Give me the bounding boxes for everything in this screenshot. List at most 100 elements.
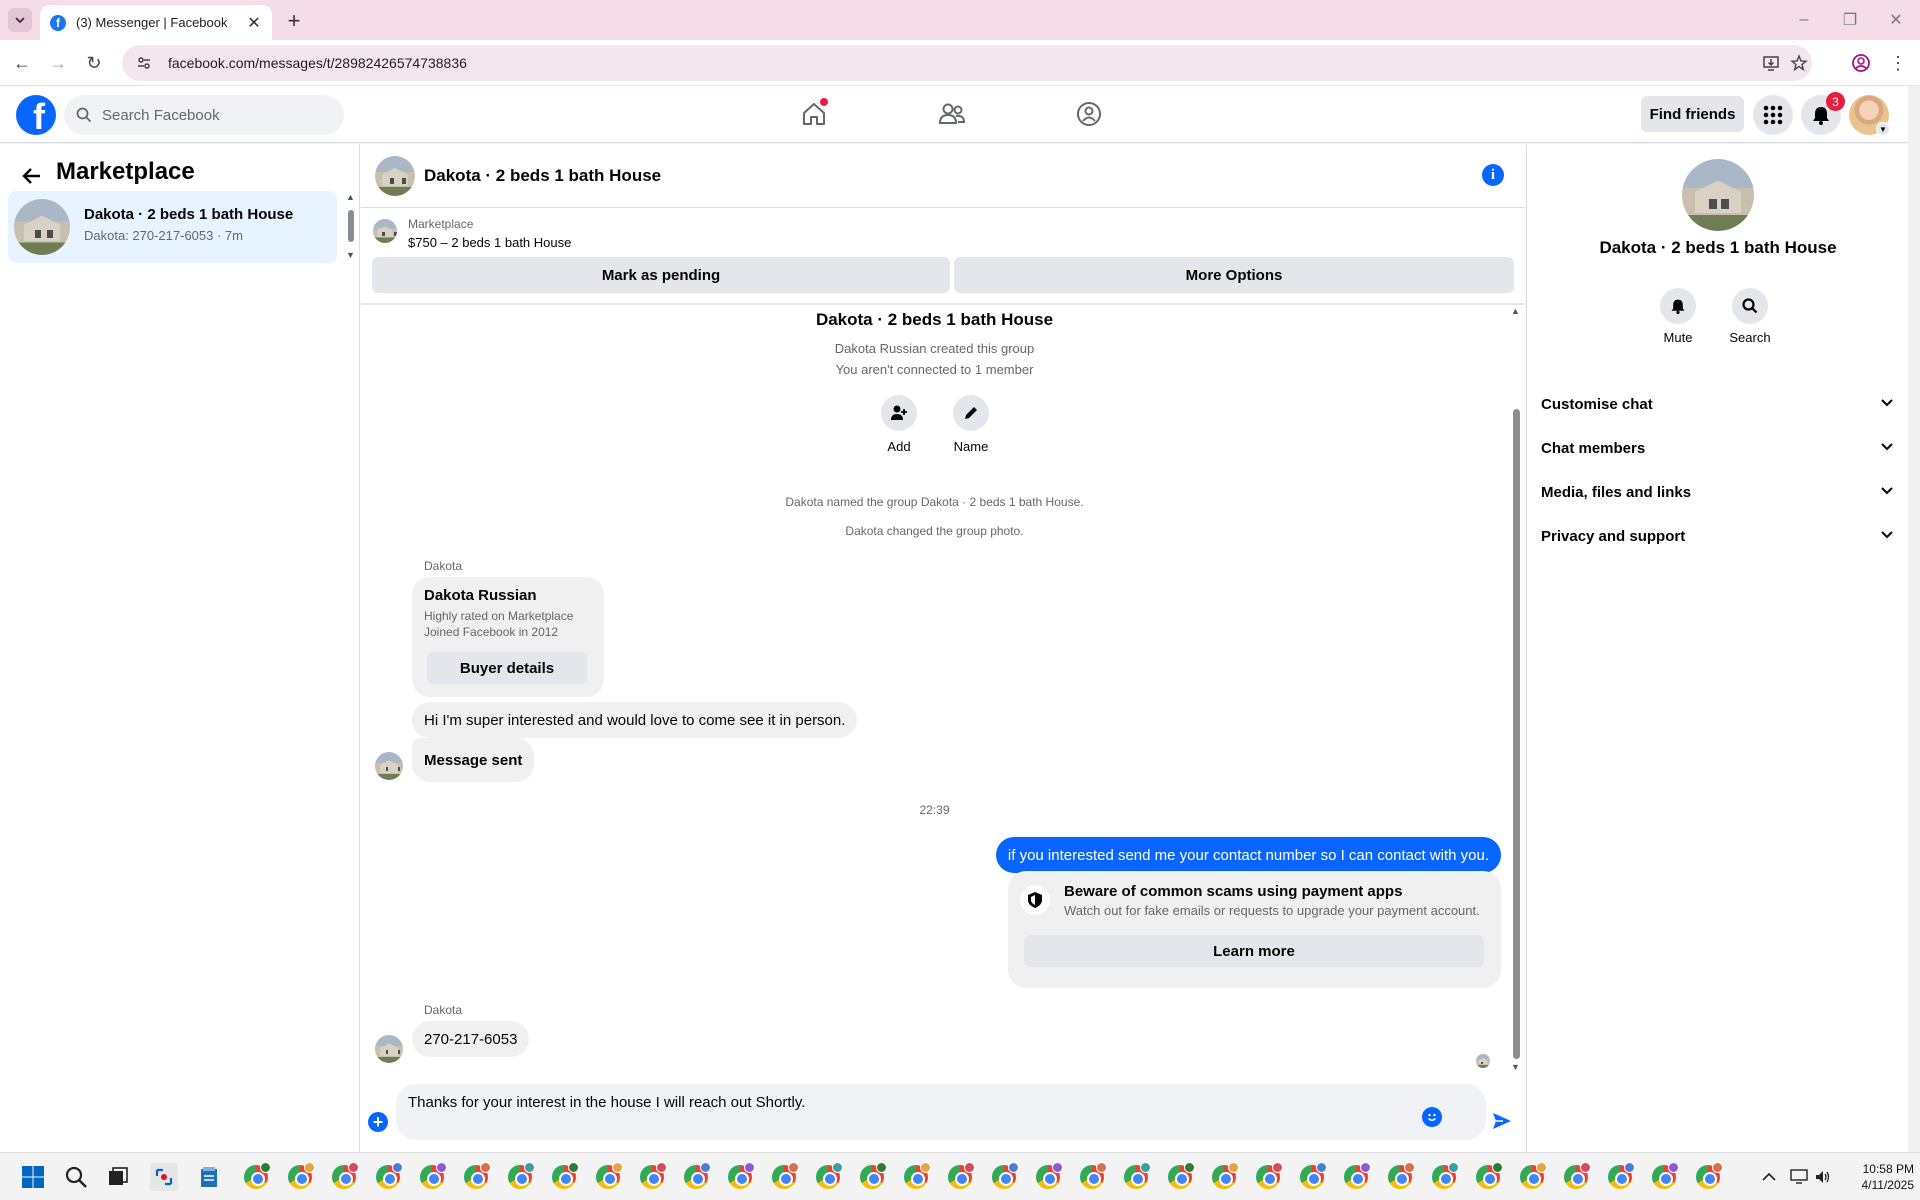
send-icon[interactable]: [1490, 1109, 1514, 1133]
chrome-window-icon[interactable]: [1034, 1162, 1063, 1191]
scroll-up-arrow-icon[interactable]: ▲: [1511, 306, 1520, 316]
minimize-icon[interactable]: –: [1784, 8, 1824, 32]
chrome-window-icon[interactable]: [1342, 1162, 1371, 1191]
notepad-icon[interactable]: [195, 1163, 223, 1191]
facebook-search-input[interactable]: Search Facebook: [64, 95, 344, 135]
chrome-window-icon[interactable]: [902, 1162, 931, 1191]
incoming-message[interactable]: Hi I'm super interested and would love t…: [412, 702, 858, 738]
chrome-window-icon[interactable]: [1298, 1162, 1327, 1191]
page-scrollbar[interactable]: [1908, 86, 1920, 1152]
find-friends-button[interactable]: Find friends: [1641, 96, 1744, 132]
chrome-window-icon[interactable]: [858, 1162, 887, 1191]
chrome-window-icon[interactable]: [286, 1162, 315, 1191]
chrome-window-icon[interactable]: [946, 1162, 975, 1191]
groups-nav-icon[interactable]: [1069, 96, 1109, 132]
scroll-down-arrow-icon[interactable]: ▼: [1511, 1062, 1520, 1072]
group-avatar[interactable]: [1682, 159, 1754, 231]
task-view-icon[interactable]: [104, 1163, 132, 1191]
profile-icon[interactable]: [1847, 49, 1875, 77]
message-scrollbar-thumb[interactable]: [1513, 409, 1520, 1059]
site-settings-icon[interactable]: [136, 55, 152, 71]
menu-grid-icon[interactable]: [1753, 95, 1793, 135]
new-tab-icon[interactable]: +: [281, 8, 307, 34]
chrome-window-icon[interactable]: [1254, 1162, 1283, 1191]
chrome-window-icon[interactable]: [550, 1162, 579, 1191]
chrome-window-icon[interactable]: [1430, 1162, 1459, 1191]
browser-tab[interactable]: f (3) Messenger | Facebook ✕: [40, 5, 272, 40]
chrome-window-icon[interactable]: [1650, 1162, 1679, 1191]
buyer-details-button[interactable]: Buyer details: [427, 652, 587, 684]
message-input[interactable]: Thanks for your interest in the house I …: [396, 1084, 1486, 1140]
restore-icon[interactable]: ❐: [1830, 8, 1870, 32]
chrome-window-icon[interactable]: [1210, 1162, 1239, 1191]
chrome-window-icon[interactable]: [1694, 1162, 1723, 1191]
close-window-icon[interactable]: ✕: [1876, 8, 1916, 32]
customise-chat-section[interactable]: Customise chat: [1541, 384, 1893, 424]
add-member-button[interactable]: Add: [869, 395, 929, 454]
account-chevron-icon[interactable]: ▼: [1876, 122, 1890, 136]
more-options-button[interactable]: More Options: [954, 257, 1514, 293]
sender-avatar[interactable]: [375, 1035, 403, 1063]
emoji-icon[interactable]: [1422, 1107, 1442, 1127]
chrome-window-icon[interactable]: [1386, 1162, 1415, 1191]
chrome-window-icon[interactable]: [1166, 1162, 1195, 1191]
chrome-window-icon[interactable]: [330, 1162, 359, 1191]
show-hidden-icons-icon[interactable]: [1762, 1153, 1776, 1200]
bookmark-star-icon[interactable]: [1790, 45, 1808, 81]
sender-avatar[interactable]: [375, 752, 403, 780]
learn-more-button[interactable]: Learn more: [1024, 935, 1484, 967]
search-icon[interactable]: [62, 1163, 90, 1191]
chrome-window-icon[interactable]: [462, 1162, 491, 1191]
facebook-logo-icon[interactable]: f: [16, 95, 56, 135]
chrome-window-icon[interactable]: [770, 1162, 799, 1191]
info-icon[interactable]: i: [1482, 164, 1504, 186]
chrome-window-icon[interactable]: [814, 1162, 843, 1191]
volume-icon[interactable]: [1814, 1153, 1832, 1200]
message-sent-card[interactable]: Message sent: [412, 738, 535, 782]
tab-close-icon[interactable]: ✕: [242, 11, 266, 35]
chrome-window-icon[interactable]: [242, 1162, 271, 1191]
incoming-message[interactable]: 270-217-6053: [412, 1021, 530, 1057]
add-attachment-icon[interactable]: +: [368, 1112, 388, 1132]
forward-arrow-icon[interactable]: →: [44, 49, 72, 77]
chrome-window-icon[interactable]: [1518, 1162, 1547, 1191]
chrome-window-icon[interactable]: [1474, 1162, 1503, 1191]
listing-title[interactable]: $750 – 2 beds 1 bath House: [408, 235, 571, 250]
conversation-avatar[interactable]: [375, 156, 415, 196]
sidebar-scrollbar-thumb[interactable]: [348, 210, 354, 242]
chrome-window-icon[interactable]: [1122, 1162, 1151, 1191]
outgoing-message[interactable]: if you interested send me your contact n…: [995, 837, 1501, 873]
conversation-title[interactable]: Dakota · 2 beds 1 bath House: [424, 166, 661, 186]
search-chat-button[interactable]: Search: [1720, 288, 1780, 345]
chrome-window-icon[interactable]: [990, 1162, 1019, 1191]
address-bar[interactable]: facebook.com/messages/t/2898242657473883…: [122, 45, 1812, 81]
name-group-button[interactable]: Name: [941, 395, 1001, 454]
chrome-window-icon[interactable]: [638, 1162, 667, 1191]
media-files-links-section[interactable]: Media, files and links: [1541, 472, 1893, 512]
chrome-window-icon[interactable]: [374, 1162, 403, 1191]
install-app-icon[interactable]: [1762, 45, 1780, 81]
scroll-down-arrow-icon[interactable]: ▼: [346, 250, 355, 260]
network-icon[interactable]: [1790, 1153, 1808, 1200]
home-nav-icon[interactable]: [794, 96, 834, 132]
chrome-window-icon[interactable]: [726, 1162, 755, 1191]
chrome-window-icon[interactable]: [1078, 1162, 1107, 1191]
scroll-up-arrow-icon[interactable]: ▲: [346, 192, 355, 202]
snipping-tool-icon[interactable]: [150, 1163, 178, 1191]
privacy-support-section[interactable]: Privacy and support: [1541, 516, 1893, 556]
windows-start-icon[interactable]: [19, 1163, 47, 1191]
tab-search-chevron-icon[interactable]: [8, 8, 32, 32]
back-arrow-icon[interactable]: ←: [8, 49, 36, 77]
system-clock[interactable]: 10:58 PM 4/11/2025: [1836, 1161, 1915, 1193]
chrome-window-icon[interactable]: [682, 1162, 711, 1191]
notifications-bell-icon[interactable]: 3: [1801, 92, 1845, 135]
chrome-window-icon[interactable]: [594, 1162, 623, 1191]
browser-menu-icon[interactable]: ⋮: [1884, 49, 1912, 77]
mark-as-pending-button[interactable]: Mark as pending: [372, 257, 950, 293]
reload-icon[interactable]: ↻: [80, 49, 108, 77]
back-arrow-icon[interactable]: [18, 162, 46, 190]
chat-members-section[interactable]: Chat members: [1541, 428, 1893, 468]
chrome-window-icon[interactable]: [1606, 1162, 1635, 1191]
chrome-window-icon[interactable]: [418, 1162, 447, 1191]
chrome-window-icon[interactable]: [506, 1162, 535, 1191]
